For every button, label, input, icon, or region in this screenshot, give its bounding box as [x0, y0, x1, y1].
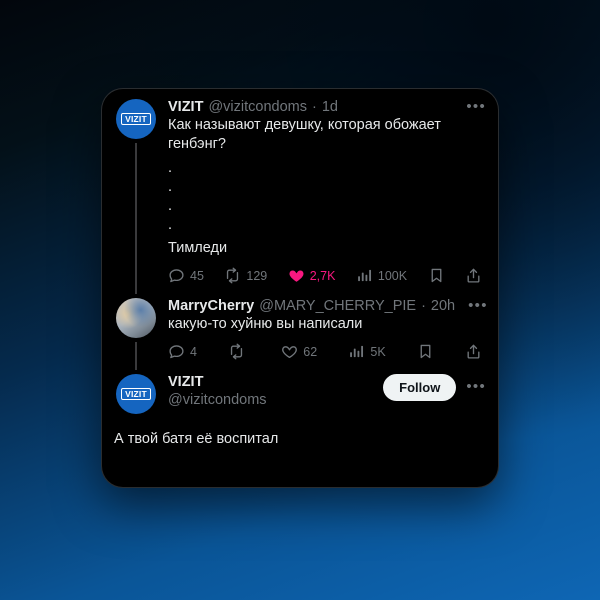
display-name[interactable]: VIZIT — [168, 374, 267, 391]
avatar[interactable]: VIZIT — [116, 374, 156, 414]
user-handle[interactable]: @vizitcondoms — [208, 99, 307, 115]
bookmark-icon — [417, 343, 434, 360]
avatar[interactable] — [116, 298, 156, 338]
tweet-action-bar: 4 62 5K — [168, 343, 486, 360]
bookmark-icon — [428, 267, 445, 284]
bookmark-button[interactable] — [428, 267, 445, 284]
like-count: 62 — [303, 344, 318, 359]
tweet-text: какую-то хуйню вы написали — [168, 316, 363, 332]
timestamp[interactable]: 20h — [431, 298, 455, 314]
thread-connector-line — [135, 342, 137, 370]
heart-icon — [288, 267, 305, 284]
retweet-button[interactable] — [228, 343, 250, 360]
more-options-icon[interactable]: ••• — [456, 374, 486, 395]
profile-name-stack: VIZIT @vizitcondoms — [168, 374, 267, 410]
share-button[interactable] — [465, 343, 482, 360]
spacer-dot-line: . — [168, 179, 173, 195]
avatar[interactable]: VIZIT — [116, 99, 156, 139]
avatar-column — [114, 298, 158, 370]
share-icon — [465, 267, 482, 284]
like-button[interactable]: 62 — [281, 343, 317, 360]
reply-icon — [168, 267, 185, 284]
reply-count: 4 — [190, 344, 197, 359]
spacer-dot-line: . — [168, 160, 173, 176]
tweet-punchline-text: Тимледи — [168, 240, 228, 256]
share-button[interactable] — [465, 267, 482, 284]
reply-icon — [168, 343, 185, 360]
tweet-row[interactable]: MarryCherry @MARY_CHERRY_PIE · 20h ••• к… — [102, 288, 498, 370]
tweet-body: VIZIT @vizitcondoms · 1d ••• Как называю… — [158, 99, 486, 288]
vizit-logo-icon: VIZIT — [121, 387, 151, 401]
user-handle[interactable]: @vizitcondoms — [168, 391, 267, 410]
display-name[interactable]: MarryCherry — [168, 298, 254, 314]
screen-background: VIZIT VIZIT @vizitcondoms · 1d ••• Как н… — [0, 0, 600, 600]
views-count: 100K — [377, 268, 408, 283]
tweet-spacer-dots: . . . . — [168, 159, 486, 235]
views-button[interactable]: 5K — [348, 343, 386, 360]
retweet-icon — [224, 267, 241, 284]
separator-dot: · — [311, 99, 317, 115]
tweet-thread-card: VIZIT VIZIT @vizitcondoms · 1d ••• Как н… — [101, 88, 499, 488]
views-bar-icon — [356, 267, 373, 284]
retweet-count: 129 — [246, 268, 268, 283]
reply-count: 45 — [190, 268, 204, 283]
views-button[interactable]: 100K — [356, 267, 407, 284]
retweet-button[interactable]: 129 — [224, 267, 267, 284]
views-count: 5K — [370, 344, 386, 359]
heart-icon — [281, 343, 298, 360]
tweet-header: VIZIT @vizitcondoms · 1d ••• — [168, 99, 486, 115]
thread-connector-line — [135, 143, 137, 294]
bottom-message-text: А твой батя её воспитал — [114, 431, 279, 447]
avatar-column: VIZIT — [114, 374, 158, 414]
reply-button[interactable]: 4 — [168, 343, 197, 360]
profile-header: VIZIT @vizitcondoms Follow ••• — [168, 374, 486, 410]
spacer-dot-line: . — [168, 198, 173, 214]
tweet-header: MarryCherry @MARY_CHERRY_PIE · 20h ••• — [168, 298, 486, 314]
spacer-dot-line: . — [168, 217, 173, 233]
more-options-icon[interactable]: ••• — [460, 298, 488, 313]
display-name[interactable]: VIZIT — [168, 99, 203, 115]
profile-row[interactable]: VIZIT VIZIT @vizitcondoms Follow ••• — [102, 364, 498, 414]
separator-dot: · — [421, 298, 426, 314]
retweet-icon — [228, 343, 245, 360]
tweet-row[interactable]: VIZIT VIZIT @vizitcondoms · 1d ••• Как н… — [102, 89, 498, 294]
vizit-logo-icon: VIZIT — [121, 112, 151, 126]
tweet-action-bar: 45 129 2,7K 100K — [168, 267, 486, 284]
like-button[interactable]: 2,7K — [288, 267, 336, 284]
tweet-text: Как называют девушку, которая обожает ге… — [168, 117, 445, 152]
tweet-body: MarryCherry @MARY_CHERRY_PIE · 20h ••• к… — [158, 298, 486, 364]
profile-body: VIZIT @vizitcondoms Follow ••• — [158, 374, 486, 414]
reply-button[interactable]: 45 — [168, 267, 204, 284]
views-bar-icon — [348, 343, 365, 360]
timestamp[interactable]: 1d — [322, 99, 338, 115]
more-options-icon[interactable]: ••• — [458, 99, 486, 114]
share-icon — [465, 343, 482, 360]
bookmark-button[interactable] — [417, 343, 434, 360]
like-count: 2,7K — [309, 268, 336, 283]
avatar-column: VIZIT — [114, 99, 158, 294]
user-handle[interactable]: @MARY_CHERRY_PIE — [259, 298, 416, 314]
follow-button[interactable]: Follow — [383, 374, 457, 401]
